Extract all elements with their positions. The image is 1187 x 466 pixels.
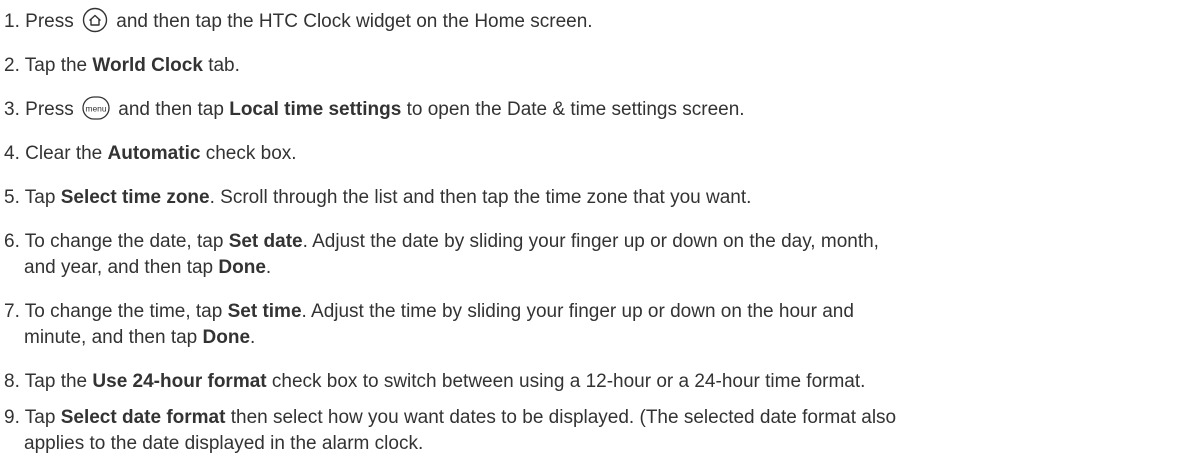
- step-continuation: and year, and then tap Done.: [4, 255, 1184, 281]
- step-text: Press: [25, 99, 74, 120]
- instruction-steps: 1. Press and then tap the HTC Clock widg…: [0, 0, 1187, 466]
- step-number: 6.: [4, 231, 20, 252]
- step-2: 2. Tap the World Clock tab.: [4, 53, 1184, 79]
- ui-term: Select date format: [60, 407, 226, 428]
- step-text: Press: [25, 11, 74, 33]
- step-number: 7.: [4, 301, 20, 322]
- step-9: 9. Tap Select date format then select ho…: [4, 405, 1184, 457]
- step-number: 1.: [4, 11, 20, 33]
- ui-term: Done: [202, 327, 251, 348]
- menu-key-icon: menu: [82, 96, 110, 120]
- step-text: Clear the: [25, 143, 103, 164]
- step-text: and year, and then tap: [24, 257, 214, 278]
- step-number: 5.: [4, 187, 20, 208]
- step-text: minute, and then tap: [24, 327, 198, 348]
- svg-text:menu: menu: [85, 103, 107, 113]
- step-text: Tap: [24, 407, 56, 428]
- ui-term: Use 24-hour format: [92, 371, 267, 392]
- step-number: 8.: [4, 371, 20, 392]
- step-number: 9.: [4, 407, 20, 428]
- step-text: . Adjust the time by sliding your finger…: [301, 301, 854, 322]
- ui-term: World Clock: [92, 55, 203, 76]
- step-text: .: [265, 257, 272, 278]
- step-number: 3.: [4, 99, 20, 120]
- step-text: then select how you want dates to be dis…: [230, 407, 897, 428]
- step-text: To change the date, tap: [24, 231, 224, 252]
- ui-term: Automatic: [107, 143, 201, 164]
- step-text: to open the Date & time settings screen.: [406, 99, 745, 120]
- step-text: and then tap the HTC Clock widget on the…: [116, 11, 593, 33]
- step-7: 7. To change the time, tap Set time. Adj…: [4, 299, 1184, 351]
- step-text: .: [250, 327, 256, 348]
- step-number: 2.: [4, 55, 20, 76]
- step-continuation: applies to the date displayed in the ala…: [24, 433, 424, 454]
- step-text: Tap: [24, 187, 56, 208]
- step-8: 8. Tap the Use 24-hour format check box …: [4, 369, 1184, 395]
- step-continuation: minute, and then tap Done.: [4, 325, 1184, 351]
- step-text: check box.: [205, 143, 297, 164]
- step-text: check box to switch between using a 12-h…: [271, 371, 866, 392]
- step-1: 1. Press and then tap the HTC Clock widg…: [4, 7, 1184, 35]
- step-text: . Scroll through the list and then tap t…: [209, 187, 752, 208]
- ui-term: Set time: [227, 301, 302, 322]
- step-text: and then tap: [118, 99, 224, 120]
- step-3: 3. Press menu and then tap Local time se…: [4, 96, 1184, 123]
- ui-term: Select time zone: [60, 187, 210, 208]
- home-key-icon: [82, 7, 108, 33]
- step-5: 5. Tap Select time zone. Scroll through …: [4, 185, 1184, 211]
- step-text: tab.: [208, 55, 240, 76]
- ui-term: Done: [218, 257, 266, 278]
- step-4: 4. Clear the Automatic check box.: [4, 141, 1184, 167]
- step-text: . Adjust the date by sliding your finger…: [302, 231, 879, 252]
- ui-term: Set date: [228, 231, 303, 252]
- step-text: To change the time, tap: [24, 301, 223, 322]
- step-number: 4.: [4, 143, 20, 164]
- step-6: 6. To change the date, tap Set date. Adj…: [4, 229, 1184, 281]
- step-text: Tap the: [24, 371, 88, 392]
- step-text: Tap the: [24, 55, 88, 76]
- ui-term: Local time settings: [229, 99, 402, 120]
